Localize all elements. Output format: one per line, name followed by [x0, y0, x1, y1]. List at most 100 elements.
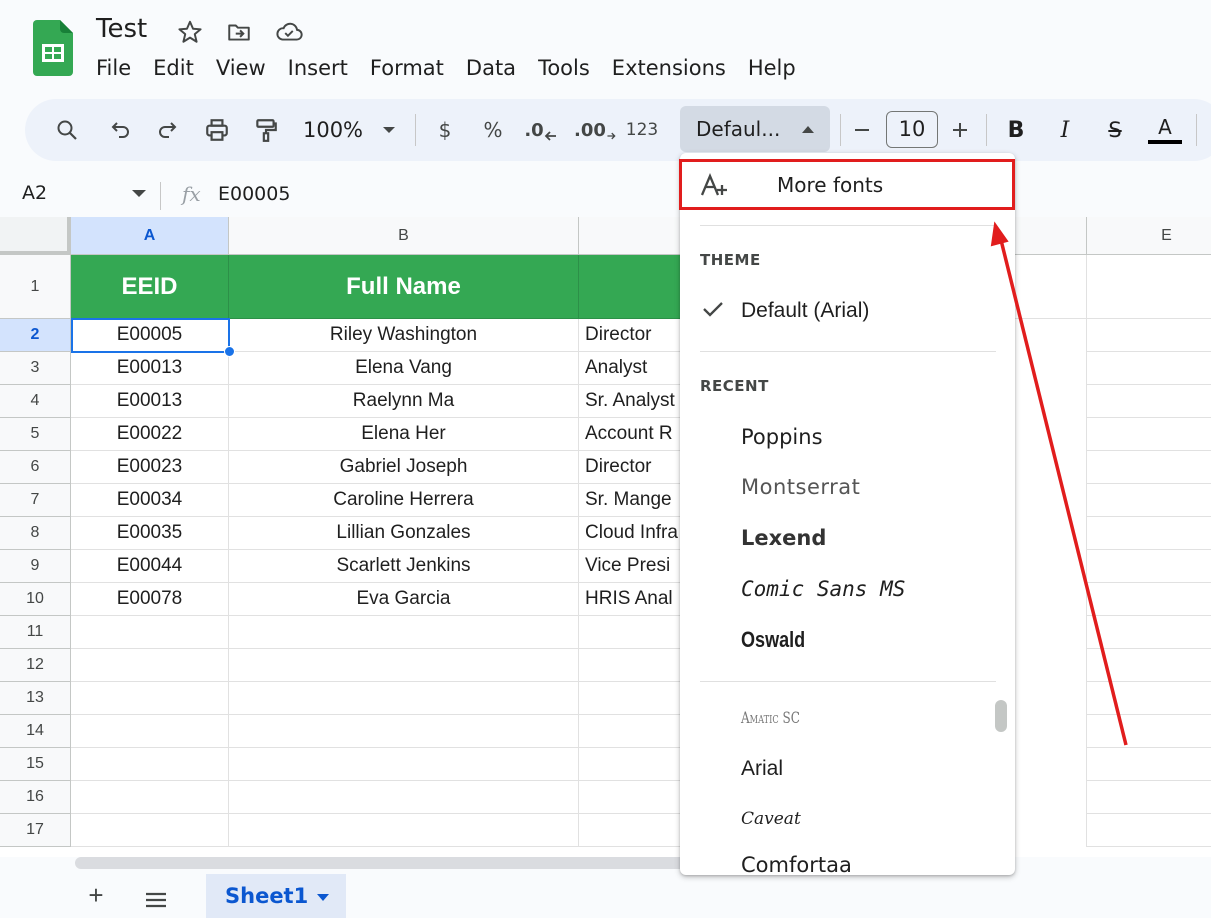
- row-header-14[interactable]: 14: [0, 715, 71, 748]
- row-header-9[interactable]: 9: [0, 550, 71, 583]
- add-sheet-button[interactable]: +: [84, 882, 108, 908]
- menu-help[interactable]: Help: [738, 54, 808, 82]
- empty-cell[interactable]: [229, 748, 579, 781]
- empty-cell[interactable]: [229, 616, 579, 649]
- column-header-a[interactable]: A: [71, 217, 229, 255]
- row-header-5[interactable]: 5: [0, 418, 71, 451]
- table-cell-id[interactable]: E00044: [71, 550, 229, 583]
- sheets-logo-icon[interactable]: [33, 20, 73, 76]
- empty-cell[interactable]: [71, 781, 229, 814]
- row-header-17[interactable]: 17: [0, 814, 71, 847]
- empty-cell[interactable]: [229, 715, 579, 748]
- font-option-default-arial[interactable]: Default (Arial): [741, 299, 869, 323]
- empty-cell[interactable]: [229, 649, 579, 682]
- table-cell-id[interactable]: E00022: [71, 418, 229, 451]
- empty-cell[interactable]: [229, 814, 579, 847]
- select-all-corner[interactable]: [0, 217, 71, 255]
- menu-view[interactable]: View: [206, 54, 278, 82]
- row-header-13[interactable]: 13: [0, 682, 71, 715]
- empty-cell[interactable]: [1087, 583, 1211, 616]
- empty-cell[interactable]: [71, 682, 229, 715]
- empty-cell[interactable]: [1087, 682, 1211, 715]
- row-header-15[interactable]: 15: [0, 748, 71, 781]
- empty-cell[interactable]: [229, 781, 579, 814]
- decrease-decimal-button[interactable]: .0: [523, 112, 559, 148]
- zoom-dropdown-icon[interactable]: [378, 112, 400, 148]
- redo-icon[interactable]: [153, 112, 183, 148]
- font-family-select[interactable]: Defaul...: [680, 106, 830, 152]
- increase-font-size-icon[interactable]: [946, 112, 974, 148]
- empty-cell[interactable]: [1087, 550, 1211, 583]
- table-cell-id[interactable]: E00013: [71, 385, 229, 418]
- table-cell-id[interactable]: E00078: [71, 583, 229, 616]
- empty-cell[interactable]: [1087, 352, 1211, 385]
- row-header-8[interactable]: 8: [0, 517, 71, 550]
- empty-cell[interactable]: [1087, 385, 1211, 418]
- row-header-6[interactable]: 6: [0, 451, 71, 484]
- decrease-font-size-icon[interactable]: [848, 112, 876, 148]
- active-cell-selection[interactable]: [71, 318, 230, 353]
- row-header-7[interactable]: 7: [0, 484, 71, 517]
- spreadsheet-grid[interactable]: A B E 1 2 3 4 5 6 7 8 9 10 11 12 13 14 1…: [0, 217, 1211, 857]
- empty-cell[interactable]: [71, 814, 229, 847]
- percent-format-button[interactable]: %: [478, 112, 508, 148]
- row-header-16[interactable]: 16: [0, 781, 71, 814]
- paint-format-icon[interactable]: [251, 112, 281, 148]
- formula-input[interactable]: E00005: [218, 183, 290, 205]
- row-header-4[interactable]: 4: [0, 385, 71, 418]
- table-cell-id[interactable]: E00013: [71, 352, 229, 385]
- empty-cell[interactable]: [1087, 451, 1211, 484]
- cloud-saved-icon[interactable]: [275, 18, 303, 46]
- empty-cell[interactable]: [71, 748, 229, 781]
- table-cell-id[interactable]: E00035: [71, 517, 229, 550]
- sheet-tab-sheet1[interactable]: Sheet1: [206, 874, 346, 918]
- font-option-comic-sans-ms[interactable]: Comic Sans MS: [741, 577, 905, 601]
- empty-cell[interactable]: [71, 715, 229, 748]
- empty-cell[interactable]: [1087, 649, 1211, 682]
- move-folder-icon[interactable]: [225, 18, 253, 46]
- table-cell-name[interactable]: Caroline Herrera: [229, 484, 579, 517]
- row-header-1[interactable]: 1: [0, 255, 71, 319]
- table-cell-name[interactable]: Eva Garcia: [229, 583, 579, 616]
- bold-button[interactable]: B: [1001, 112, 1031, 148]
- empty-cell[interactable]: [71, 649, 229, 682]
- menu-format[interactable]: Format: [360, 54, 456, 82]
- empty-cell[interactable]: [1087, 715, 1211, 748]
- table-cell-name[interactable]: Scarlett Jenkins: [229, 550, 579, 583]
- font-option-lexend[interactable]: Lexend: [741, 526, 826, 550]
- sheet-tab-dropdown-icon[interactable]: [317, 894, 329, 901]
- empty-cell[interactable]: [1087, 748, 1211, 781]
- document-title[interactable]: Test: [96, 14, 147, 44]
- column-header-b[interactable]: B: [229, 217, 579, 255]
- empty-cell[interactable]: [1087, 616, 1211, 649]
- empty-cell[interactable]: [1087, 781, 1211, 814]
- dropdown-scrollbar[interactable]: [995, 700, 1007, 732]
- text-color-button[interactable]: A: [1148, 112, 1182, 148]
- table-cell-name[interactable]: Lillian Gonzales: [229, 517, 579, 550]
- menu-data[interactable]: Data: [456, 54, 528, 82]
- fill-handle[interactable]: [224, 346, 235, 357]
- zoom-select[interactable]: 100%: [300, 112, 366, 148]
- horizontal-scrollbar[interactable]: [75, 857, 695, 869]
- cell-e1[interactable]: [1087, 255, 1211, 319]
- font-option-poppins[interactable]: Poppins: [741, 425, 823, 449]
- empty-cell[interactable]: [1087, 319, 1211, 352]
- empty-cell[interactable]: [1087, 814, 1211, 847]
- empty-cell[interactable]: [1087, 418, 1211, 451]
- currency-format-button[interactable]: $: [430, 112, 460, 148]
- row-header-10[interactable]: 10: [0, 583, 71, 616]
- print-icon[interactable]: [202, 112, 232, 148]
- name-box[interactable]: A2: [22, 182, 47, 204]
- table-cell-id[interactable]: E00023: [71, 451, 229, 484]
- font-option-arial[interactable]: Arial: [741, 757, 783, 781]
- menu-edit[interactable]: Edit: [143, 54, 206, 82]
- all-sheets-icon[interactable]: [144, 891, 168, 914]
- strikethrough-button[interactable]: S: [1100, 112, 1130, 148]
- undo-icon[interactable]: [105, 112, 135, 148]
- menu-extensions[interactable]: Extensions: [602, 54, 738, 82]
- empty-cell[interactable]: [229, 682, 579, 715]
- cell-b1[interactable]: Full Name: [229, 255, 579, 319]
- table-cell-name[interactable]: Raelynn Ma: [229, 385, 579, 418]
- menu-insert[interactable]: Insert: [278, 54, 360, 82]
- empty-cell[interactable]: [71, 616, 229, 649]
